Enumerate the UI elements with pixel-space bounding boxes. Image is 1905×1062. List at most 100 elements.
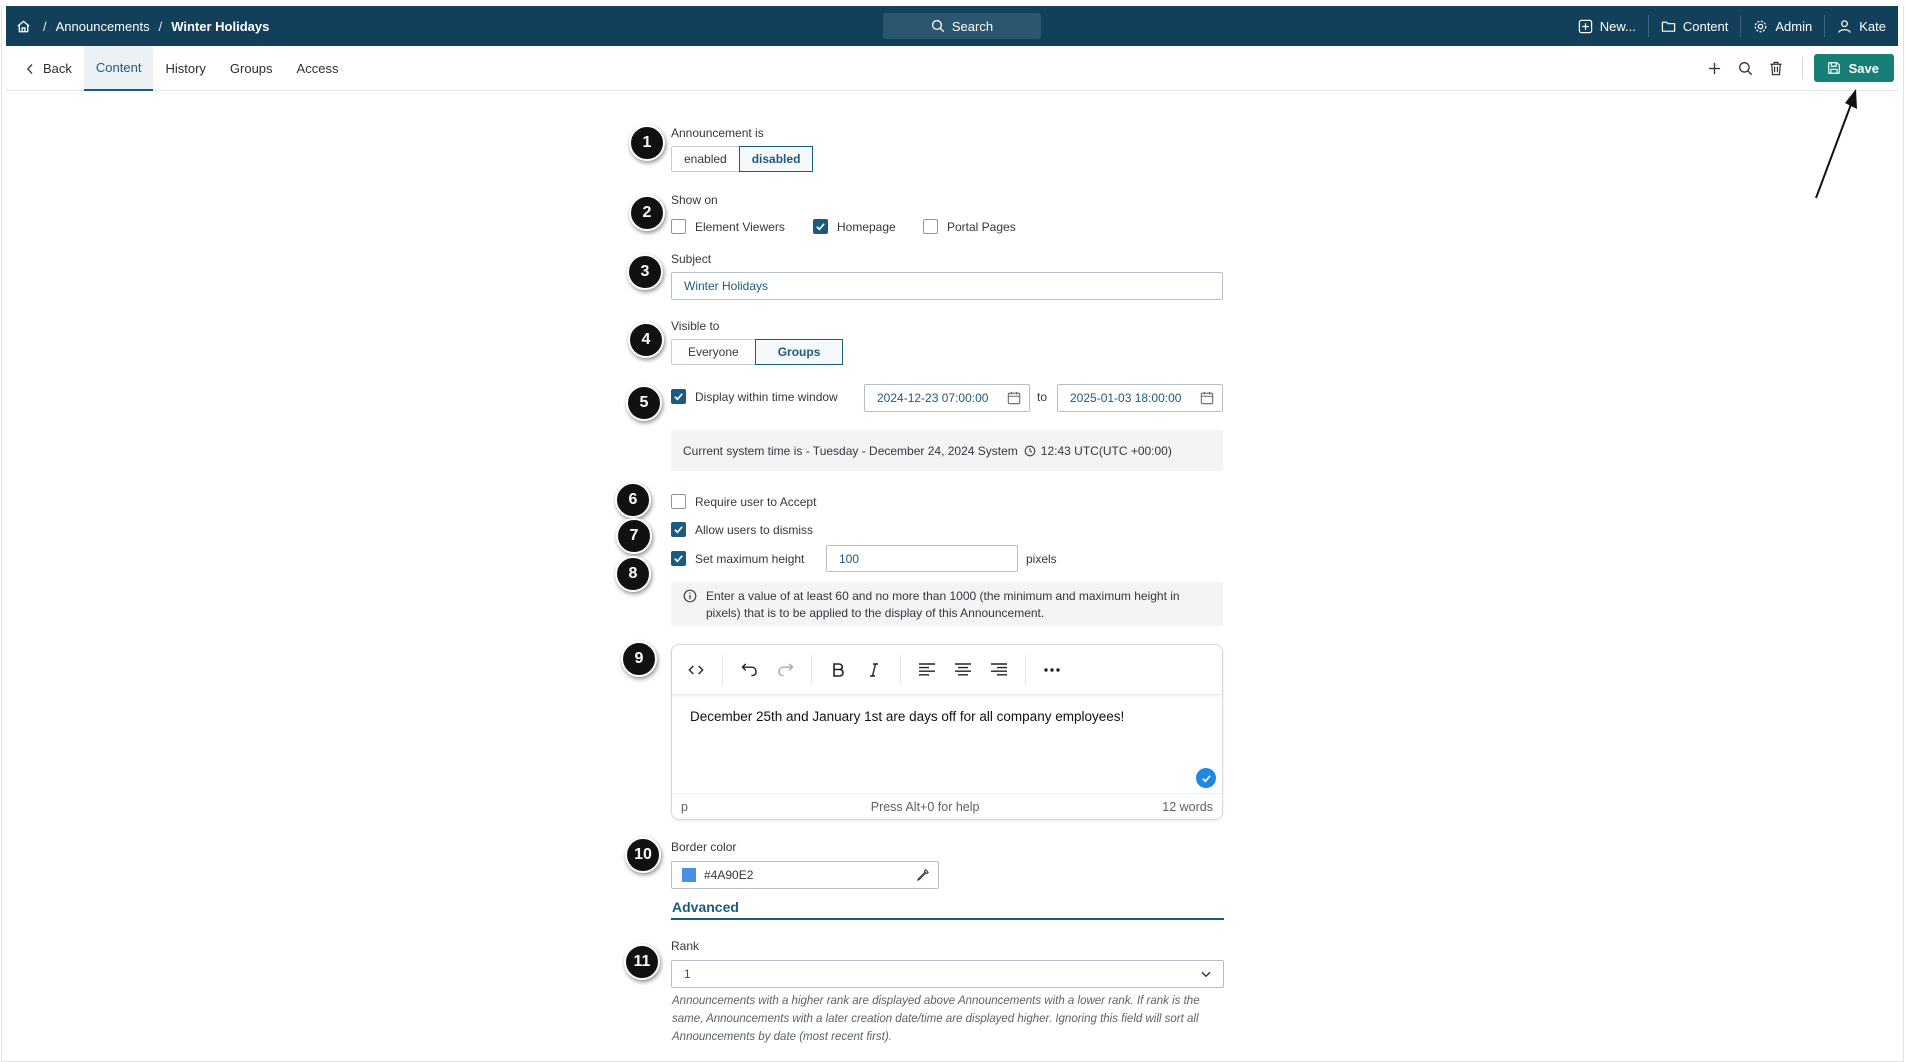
checkbox[interactable] bbox=[923, 219, 938, 234]
require-accept-checkbox[interactable]: Require user to Accept bbox=[671, 494, 816, 509]
system-time-text: Current system time is - Tuesday - Decem… bbox=[683, 443, 1018, 458]
allow-dismiss-checkbox[interactable]: Allow users to dismiss bbox=[671, 522, 813, 537]
callout-3: 3 bbox=[627, 254, 663, 290]
checkbox-checked[interactable] bbox=[671, 389, 686, 404]
more-button[interactable] bbox=[1034, 652, 1070, 688]
element-path[interactable]: p bbox=[681, 800, 688, 814]
show-on-portal-pages[interactable]: Portal Pages bbox=[923, 219, 1016, 234]
status-enabled-option[interactable]: enabled bbox=[672, 147, 739, 171]
home-icon[interactable] bbox=[12, 6, 34, 46]
undo-icon bbox=[740, 663, 757, 677]
new-menu[interactable]: New... bbox=[1566, 6, 1648, 46]
breadcrumb-separator: / bbox=[43, 18, 47, 34]
visible-groups-option[interactable]: Groups bbox=[754, 339, 844, 365]
align-right-button[interactable] bbox=[981, 652, 1017, 688]
tab-bar: Back Content History Groups Access Save bbox=[6, 46, 1898, 91]
top-nav-actions: New... Content Admin Kate bbox=[1566, 6, 1898, 46]
checkbox-label: Display within time window bbox=[695, 389, 838, 404]
height-info-box: Enter a value of at least 60 and no more… bbox=[671, 582, 1223, 626]
back-button[interactable]: Back bbox=[6, 46, 84, 91]
user-menu[interactable]: Kate bbox=[1825, 6, 1898, 46]
max-height-checkbox[interactable]: Set maximum height bbox=[671, 551, 804, 566]
checkmark-icon bbox=[674, 526, 683, 534]
show-on-element-viewers[interactable]: Element Viewers bbox=[671, 219, 785, 234]
divider bbox=[900, 654, 901, 685]
border-color-input[interactable]: #4A90E2 bbox=[671, 861, 939, 889]
rich-text-editor: December 25th and January 1st are days o… bbox=[671, 644, 1223, 820]
content-menu[interactable]: Content bbox=[1649, 6, 1741, 46]
advanced-section-header[interactable]: Advanced bbox=[671, 896, 1224, 920]
plus-square-icon bbox=[1578, 19, 1592, 33]
calendar-icon[interactable] bbox=[1007, 391, 1021, 405]
breadcrumb: / Announcements / Winter Holidays bbox=[12, 6, 269, 46]
callout-4: 4 bbox=[628, 322, 664, 358]
checkbox-label: Element Viewers bbox=[695, 219, 785, 234]
undo-button[interactable] bbox=[731, 652, 767, 688]
max-height-input[interactable]: 100 bbox=[826, 545, 1018, 572]
find-button[interactable] bbox=[1730, 53, 1761, 83]
editor-help-text: Press Alt+0 for help bbox=[870, 799, 980, 814]
editor-toolbar bbox=[672, 645, 1222, 695]
rank-value: 1 bbox=[684, 967, 691, 981]
divider bbox=[1025, 654, 1026, 685]
visible-everyone-option[interactable]: Everyone bbox=[672, 340, 755, 364]
word-count[interactable]: 12 words bbox=[1162, 800, 1213, 814]
end-date-input[interactable]: 2025-01-03 18:00:00 bbox=[1057, 384, 1223, 412]
italic-button[interactable] bbox=[856, 652, 892, 688]
align-right-icon bbox=[991, 663, 1007, 676]
info-icon bbox=[683, 589, 697, 603]
callout-9: 9 bbox=[621, 641, 657, 677]
system-time-value: 12:43 UTC(UTC +00:00) bbox=[1040, 443, 1172, 458]
start-date-value: 2024-12-23 07:00:00 bbox=[877, 391, 989, 405]
callout-5: 5 bbox=[626, 385, 662, 421]
checkbox[interactable] bbox=[671, 219, 686, 234]
breadcrumb-announcements[interactable]: Announcements bbox=[56, 19, 150, 34]
more-horizontal-icon bbox=[1044, 667, 1060, 672]
start-date-input[interactable]: 2024-12-23 07:00:00 bbox=[864, 384, 1030, 412]
tab-access[interactable]: Access bbox=[285, 46, 351, 91]
folder-icon bbox=[1661, 21, 1676, 32]
status-disabled-option[interactable]: disabled bbox=[738, 146, 814, 172]
breadcrumb-current: Winter Holidays bbox=[171, 18, 270, 34]
show-on-label: Show on bbox=[671, 193, 718, 207]
spellcheck-ok-icon[interactable] bbox=[1196, 768, 1216, 788]
search-icon bbox=[1738, 61, 1752, 75]
checkbox-checked[interactable] bbox=[671, 522, 686, 537]
breadcrumb-separator: / bbox=[158, 18, 163, 34]
time-window-checkbox[interactable]: Display within time window bbox=[671, 389, 838, 404]
editor-body[interactable]: December 25th and January 1st are days o… bbox=[690, 709, 1124, 724]
tab-history[interactable]: History bbox=[153, 46, 217, 91]
rank-select[interactable]: 1 bbox=[671, 960, 1224, 988]
checkbox-checked[interactable] bbox=[671, 551, 686, 566]
subject-input[interactable]: Winter Holidays bbox=[671, 272, 1223, 300]
redo-button[interactable] bbox=[767, 652, 803, 688]
rank-hint: Announcements with a higher rank are dis… bbox=[672, 995, 1200, 1043]
status-label: Announcement is bbox=[671, 126, 764, 140]
search-button[interactable]: Search bbox=[883, 13, 1041, 39]
bold-button[interactable] bbox=[820, 652, 856, 688]
tab-content[interactable]: Content bbox=[83, 46, 154, 91]
align-center-button[interactable] bbox=[945, 652, 981, 688]
align-left-button[interactable] bbox=[909, 652, 945, 688]
checkbox-label: Require user to Accept bbox=[695, 494, 817, 509]
add-button[interactable] bbox=[1699, 53, 1730, 83]
search-icon bbox=[931, 19, 945, 33]
calendar-icon[interactable] bbox=[1200, 391, 1214, 405]
source-code-button[interactable] bbox=[678, 652, 714, 688]
admin-label: Admin bbox=[1775, 18, 1813, 34]
callout-6: 6 bbox=[615, 482, 651, 518]
tab-groups[interactable]: Groups bbox=[218, 46, 285, 91]
code-icon bbox=[688, 665, 704, 674]
admin-menu[interactable]: Admin bbox=[1741, 6, 1824, 46]
checkbox-checked[interactable] bbox=[813, 219, 828, 234]
checkbox[interactable] bbox=[671, 494, 686, 509]
eyedropper-icon[interactable] bbox=[916, 868, 930, 882]
rank-label: Rank bbox=[671, 939, 700, 953]
show-on-homepage[interactable]: Homepage bbox=[813, 219, 896, 234]
save-button[interactable]: Save bbox=[1813, 54, 1894, 82]
user-icon bbox=[1838, 19, 1851, 33]
callout-1: 1 bbox=[629, 125, 665, 161]
delete-button[interactable] bbox=[1761, 53, 1792, 83]
color-swatch[interactable] bbox=[682, 868, 696, 882]
editor-status-bar: p Press Alt+0 for help 12 words bbox=[672, 793, 1222, 819]
